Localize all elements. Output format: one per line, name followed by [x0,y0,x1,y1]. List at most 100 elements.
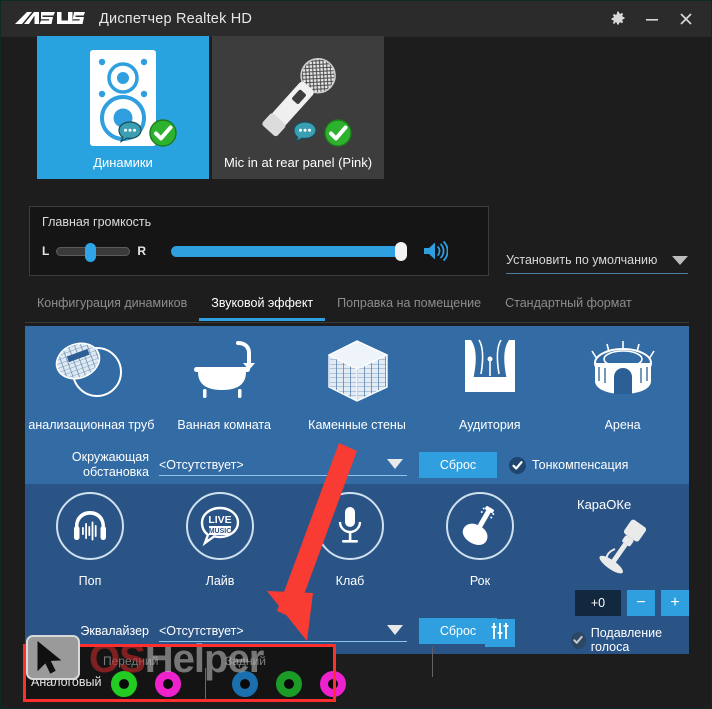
environment-preset-label: Арена [605,418,641,432]
set-default-device-button[interactable]: Установить по умолчанию [506,253,688,274]
sound-effect-panel: анализационная труб Ванная комната [25,326,689,654]
karaoke-title: КараОКе [577,497,689,512]
equalizer-preset-live[interactable]: LIVE MUSIC Лайв [155,492,285,588]
environment-preset-arena[interactable]: Арена [556,334,689,432]
svg-text:LIVE: LIVE [208,514,231,526]
svg-text:MUSIC: MUSIC [209,528,232,535]
karaoke-pitch-controls: +0 − + [575,590,689,616]
master-volume-thumb[interactable] [395,242,407,261]
loudness-equalization-label: Тонкомпенсация [532,458,628,472]
balance-slider-thumb[interactable] [85,243,96,262]
digital-row-divider [432,647,433,677]
equalizer-preset-label: Рок [470,574,490,588]
checkbox-checked-icon [509,457,526,474]
device-tile-mic-in-rear[interactable]: Mic in at rear panel (Pink) [212,36,384,179]
asus-logo [13,9,85,29]
sliders-icon [490,621,510,646]
environment-dropdown-value: <Отсутствует> [159,458,244,472]
environment-preset-label: Аудитория [459,418,521,432]
device-tiles: Динамики [37,36,384,179]
realtek-hd-audio-manager-window: Диспетчер Realtek HD [0,0,712,709]
balance-slider[interactable] [56,247,130,256]
tab-speaker-configuration[interactable]: Конфигурация динамиков [25,293,199,318]
device-tile-label: Mic in at rear panel (Pink) [224,155,372,170]
tab-sound-effect[interactable]: Звуковой эффект [199,293,325,321]
green-check-icon [147,117,179,149]
loudness-equalization-checkbox[interactable]: Тонкомпенсация [509,457,628,474]
arena-icon [583,334,663,408]
environment-preset-sewer-pipe[interactable]: анализационная труб [25,334,158,432]
equalizer-preset-pop[interactable]: Поп [25,492,155,588]
set-default-label: Установить по умолчанию [506,253,657,267]
karaoke-mic-icon [557,516,689,582]
device-badges-mic [290,117,354,149]
jack-green-rear[interactable] [276,671,302,697]
front-jacks [111,671,181,697]
volume-on-icon[interactable] [422,239,448,263]
environment-preset-stone-walls[interactable]: Каменные стены [291,334,424,432]
master-volume-panel: Главная громкость L R [29,206,489,276]
equalizer-preset-label: Лайв [206,574,235,588]
minimize-icon[interactable] [643,10,661,28]
front-group-label: Передний [103,654,158,668]
window-controls [609,10,695,28]
window-title: Диспетчер Realtek HD [99,11,252,27]
equalizer-preset-label: Клаб [336,574,365,588]
environment-preset-auditorium[interactable]: Аудитория [423,334,556,432]
gear-icon[interactable] [609,10,627,28]
equalizer-control-row: Эквалайзер <Отсутствует> Сброс [43,618,683,644]
environment-preset-label: анализационная труб [28,418,154,432]
cursor-magnifier-inset [26,635,80,680]
device-tile-label: Динамики [93,155,153,170]
titlebar: Диспетчер Realtek HD [1,1,712,37]
chevron-down-icon[interactable] [672,256,688,265]
tab-bar: Конфигурация динамиков Звуковой эффект П… [25,293,689,322]
environment-dropdown[interactable]: <Отсутствует> [159,454,407,476]
mouse-cursor-icon [34,640,68,676]
master-volume-title: Главная громкость [42,215,488,229]
environment-control-row: Окружающая обстановка <Отсутствует> Сбро… [43,450,683,480]
green-check-icon [322,117,354,149]
equalizer-preset-rock[interactable]: Рок [415,492,545,588]
balance-right-label: R [137,244,146,258]
karaoke-pitch-decrease-button[interactable]: − [627,590,655,616]
bathtub-icon [188,334,260,408]
live-music-icon: LIVE MUSIC [186,492,254,560]
master-volume-slider[interactable] [171,246,404,257]
tab-bar-divider [25,322,689,323]
jack-pink-front[interactable] [155,671,181,697]
jack-blue-rear[interactable] [232,671,258,697]
jack-pink-rear[interactable] [320,671,346,697]
karaoke-pitch-increase-button[interactable]: + [661,590,689,616]
device-badges-speakers [115,117,179,149]
close-icon[interactable] [677,10,695,28]
headphones-icon [56,492,124,560]
device-tile-speakers[interactable]: Динамики [37,36,209,179]
chat-bubble-icon [290,118,320,148]
stone-wall-icon [319,334,395,408]
equalizer-dropdown-value: <Отсутствует> [159,624,244,638]
equalizer-dropdown[interactable]: <Отсутствует> [159,620,407,642]
chevron-down-icon[interactable] [387,625,403,635]
connector-group-divider [205,668,206,700]
equalizer-preset-club[interactable]: Клаб [285,492,415,588]
balance-left-label: L [42,244,49,258]
tab-room-correction[interactable]: Поправка на помещение [325,293,493,318]
environment-reset-button[interactable]: Сброс [419,452,497,478]
equalizer-preset-label: Поп [79,574,102,588]
equalizer-preset-row: Поп LIVE MUSIC Лайв [25,492,545,588]
environment-preset-label: Ванная комната [177,418,271,432]
environment-preset-bathroom[interactable]: Ванная комната [158,334,291,432]
rear-group-label: Задний [225,654,266,668]
chat-bubble-icon [115,118,145,148]
jack-green-front[interactable] [111,671,137,697]
auditorium-icon [457,334,523,408]
guitar-icon [446,492,514,560]
master-volume-controls: L R [30,239,488,263]
chevron-down-icon[interactable] [387,459,403,469]
master-volume-fill [171,246,399,257]
rear-jacks [232,671,346,697]
environment-preset-label: Каменные стены [308,418,406,432]
equalizer-settings-button[interactable] [485,619,515,647]
tab-default-format[interactable]: Стандартный формат [493,293,644,318]
